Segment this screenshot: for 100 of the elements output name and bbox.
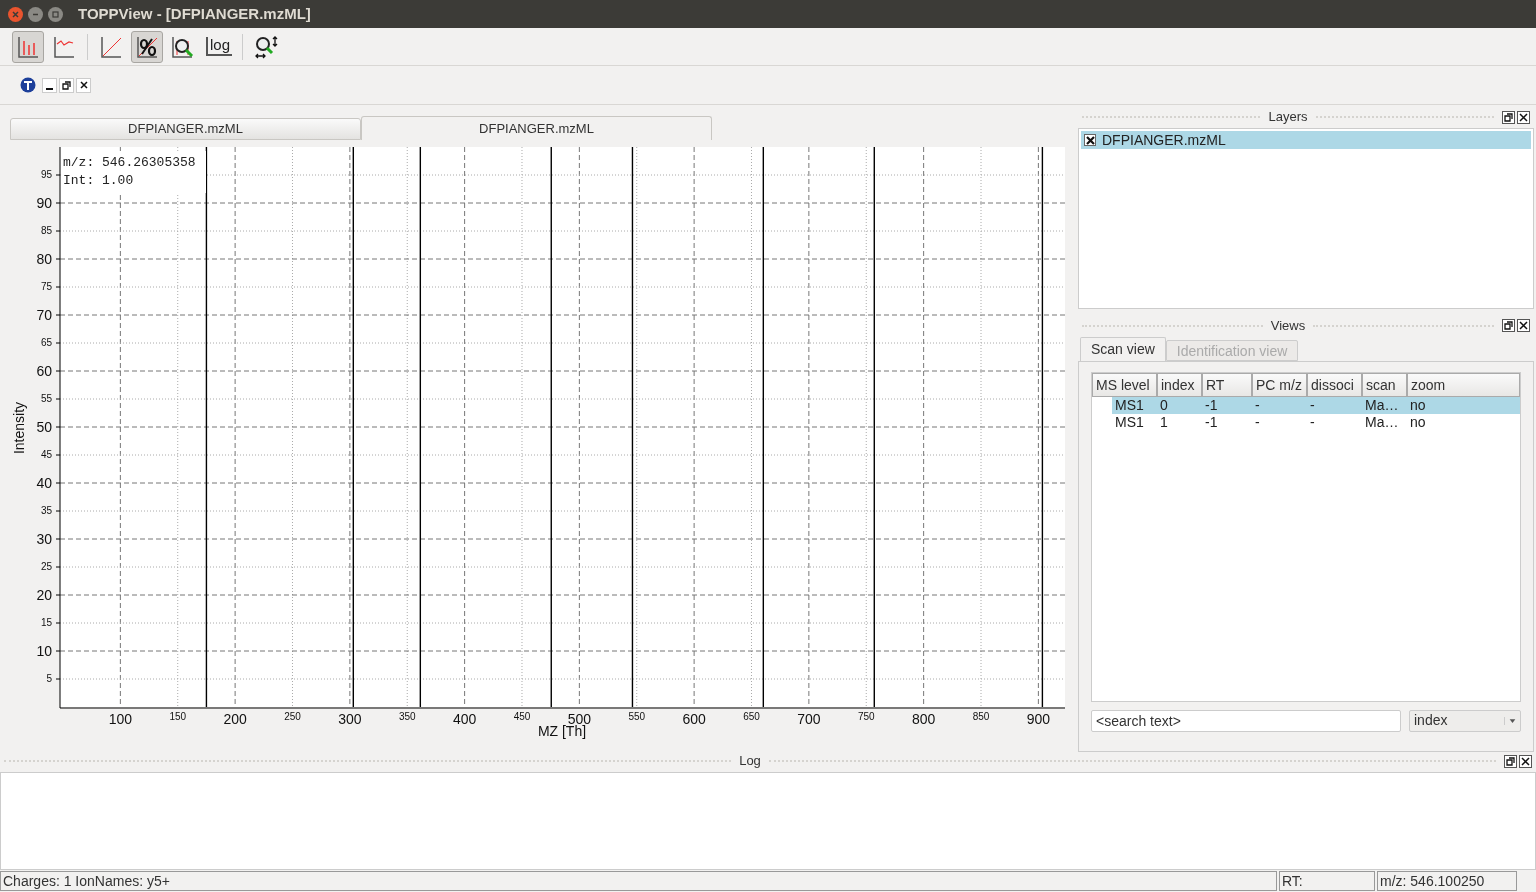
y-tick-label: 45: [40, 449, 52, 460]
x-tick-label: 650: [743, 711, 760, 722]
table-cell-text: Ma…: [1364, 396, 1400, 414]
y-tick-label: 95: [40, 169, 52, 180]
table-cell-text: no: [1409, 396, 1427, 414]
restore-button[interactable]: [59, 77, 74, 93]
y-tick-label: 90: [36, 195, 52, 211]
column-header[interactable]: PC m/z: [1252, 372, 1307, 397]
restore-icon: [1504, 321, 1513, 330]
x-tick-label: 600: [682, 711, 706, 727]
column-header[interactable]: RT: [1202, 372, 1252, 397]
document-tab[interactable]: DFPIANGER.mzML: [361, 116, 712, 140]
column-header[interactable]: scan: [1362, 372, 1407, 397]
y-tick-label: 35: [40, 505, 52, 516]
x-tick-label: 800: [911, 711, 936, 727]
table-cell-text: -: [1309, 396, 1316, 414]
float-button[interactable]: [1502, 110, 1515, 124]
minimize-icon: [46, 87, 53, 90]
table-cell-text: MS1: [1114, 413, 1145, 431]
view-tab[interactable]: Scan view: [1080, 336, 1166, 361]
peak-bar[interactable]: [1041, 147, 1044, 707]
close-icon: [79, 81, 88, 89]
y-tick-label: 40: [36, 475, 52, 491]
table-cell-text: -1: [1204, 396, 1219, 414]
x-tick-label: 400: [452, 711, 477, 727]
column-header[interactable]: zoom: [1407, 372, 1520, 397]
close-icon: [1519, 321, 1528, 330]
y-tick-label: 60: [36, 363, 52, 379]
x-tick-label: 350: [398, 711, 416, 722]
y-tick-label: 30: [36, 531, 52, 547]
document-tab[interactable]: DFPIANGER.mzML: [10, 118, 361, 140]
x-tick-label: 100: [108, 711, 133, 727]
y-tick-label: 75: [40, 281, 52, 292]
peak-bar[interactable]: [205, 147, 208, 707]
y-tick-label: 70: [36, 307, 52, 323]
close-icon: [1519, 112, 1528, 122]
line-chart-icon: [52, 34, 76, 59]
x-tick-label: 450: [513, 711, 531, 722]
y-tick-label: 20: [36, 587, 52, 603]
tooltip-text: m/z: 546.26305358: [63, 154, 197, 172]
x-tick-label: 700: [797, 711, 821, 727]
x-tick-label: 300: [338, 711, 362, 727]
dock-title: Views: [1270, 316, 1306, 335]
x-tick-label: 850: [972, 711, 990, 722]
close-icon: [1521, 756, 1530, 766]
zoom-icon: [171, 34, 195, 59]
status-field: m/z: 546.100250: [1377, 871, 1517, 891]
status-field: RT:: [1279, 871, 1375, 891]
x-tick-label: 750: [857, 711, 875, 722]
table-cell-text: -: [1254, 396, 1261, 414]
peak-bar[interactable]: [631, 147, 634, 707]
x-tick-label: 200: [223, 711, 247, 727]
peak-sticks-icon: [16, 34, 40, 59]
float-button[interactable]: [1504, 754, 1517, 768]
minimize-button[interactable]: [42, 77, 57, 93]
x-tick-label: 150: [169, 711, 187, 722]
layer-checkbox[interactable]: [1084, 134, 1096, 146]
y-tick-label: 80: [36, 251, 52, 267]
status-field: Charges: 1 IonNames: y5+: [0, 871, 1277, 891]
close-icon: [12, 10, 19, 18]
close-button[interactable]: [1517, 110, 1530, 124]
y-tick-label: 10: [36, 643, 52, 659]
close-button[interactable]: [1517, 319, 1530, 332]
table-cell-text: Ma…: [1364, 413, 1400, 431]
close-button[interactable]: [1519, 754, 1532, 768]
tooltip-text: Int: 1.00: [63, 172, 135, 190]
x-tick-label: 550: [628, 711, 646, 722]
table-cell-text: no: [1409, 413, 1427, 431]
dock-title: Layers: [1268, 108, 1308, 127]
restore-icon: [1504, 112, 1513, 122]
linear-scale-icon: [99, 34, 123, 59]
column-header[interactable]: MS level: [1092, 372, 1157, 397]
maximize-icon: [52, 10, 59, 18]
table-cell-text: -: [1254, 413, 1261, 431]
check-mark-icon: [1085, 135, 1095, 145]
column-header[interactable]: dissoci: [1307, 372, 1362, 397]
y-tick-label: 5: [46, 673, 52, 684]
maximize-button[interactable]: [48, 6, 63, 22]
table-cell-text: MS1: [1114, 396, 1145, 414]
percent-icon: [135, 34, 159, 59]
y-tick-label: 85: [40, 225, 52, 236]
restore-icon: [1506, 756, 1515, 766]
layer-item[interactable]: DFPIANGER.mzML: [1081, 131, 1531, 149]
column-header[interactable]: index: [1157, 372, 1202, 397]
float-button[interactable]: [1502, 319, 1515, 332]
y-tick-label: 65: [40, 337, 52, 348]
zoom-reset-icon: [254, 34, 278, 59]
search-column-dropdown[interactable]: index: [1409, 709, 1521, 732]
table-cell-text: -1: [1204, 413, 1219, 431]
search-field[interactable]: <search text>: [1091, 709, 1401, 732]
layer-name: DFPIANGER.mzML: [1102, 130, 1226, 150]
restore-icon: [62, 80, 71, 90]
x-tick-label: 900: [1026, 711, 1051, 727]
toolbar-button[interactable]: [131, 30, 163, 63]
table-cell-text: -: [1309, 413, 1316, 431]
y-axis-title: Intensity: [11, 401, 27, 455]
toolbar-button[interactable]: log: [203, 30, 235, 63]
table-cell-text: 0: [1159, 396, 1169, 414]
dock-title: Log: [739, 752, 761, 771]
table-row[interactable]: MS1 1 -1 - - Ma… no: [1112, 413, 1520, 431]
